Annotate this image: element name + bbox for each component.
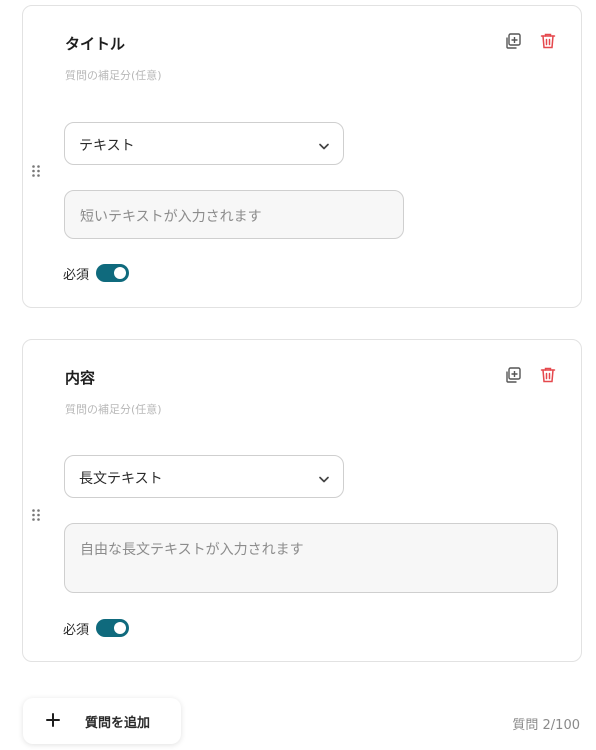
drag-handle-icon[interactable] [31,507,41,521]
required-label: 必須 [63,268,90,283]
long-text-answer-field[interactable]: 自由な長文テキストが入力されます [64,523,558,593]
drag-handle-icon[interactable] [31,163,41,177]
toggle-knob [114,267,126,279]
question-description-field[interactable]: 質問の補足分(任意) [65,67,162,83]
add-question-button[interactable]: 質問を追加 [23,698,181,744]
question-type-value: テキスト [79,138,135,154]
short-text-answer-field[interactable]: 短いテキストが入力されます [64,190,404,239]
trash-icon[interactable] [538,365,558,385]
copy-icon[interactable] [503,31,523,51]
answer-placeholder: 自由な長文テキストが入力されます [80,542,304,558]
plus-icon [45,712,61,728]
question-description-field[interactable]: 質問の補足分(任意) [65,401,162,417]
question-card: 内容 質問の補足分(任意) 長文テキスト 自由な長文テキストが入力されます 必須 [22,339,582,662]
required-label: 必須 [63,623,90,638]
question-type-select[interactable]: 長文テキスト [64,455,344,498]
question-type-value: 長文テキスト [79,471,163,487]
add-question-label: 質問を追加 [85,716,151,731]
chevron-down-icon [317,471,331,485]
question-card: タイトル 質問の補足分(任意) テキスト 短いテキストが入力されます 必須 [22,5,582,308]
required-toggle[interactable] [96,264,129,282]
question-title[interactable]: 内容 [65,367,95,388]
toggle-knob [114,622,126,634]
answer-placeholder: 短いテキストが入力されます [80,209,262,225]
required-toggle[interactable] [96,619,129,637]
copy-icon[interactable] [503,365,523,385]
trash-icon[interactable] [538,31,558,51]
question-type-select[interactable]: テキスト [64,122,344,165]
chevron-down-icon [317,138,331,152]
question-counter: 質問 2/100 [512,718,580,733]
question-title[interactable]: タイトル [65,33,125,54]
